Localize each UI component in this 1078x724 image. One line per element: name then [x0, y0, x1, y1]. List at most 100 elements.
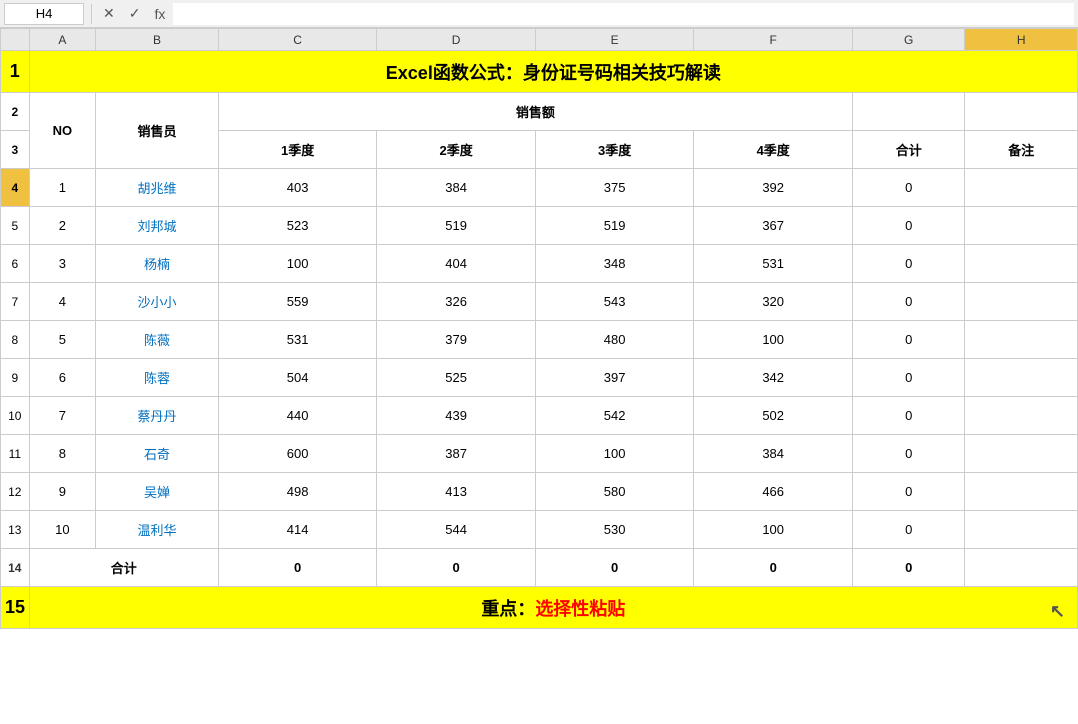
total-3[interactable]: 0	[852, 245, 965, 283]
row-num-13[interactable]: 13	[1, 511, 30, 549]
name-6[interactable]: 陈蓉	[96, 359, 219, 397]
no-10[interactable]: 10	[29, 511, 95, 549]
q4-7[interactable]: 502	[694, 397, 853, 435]
q4-9[interactable]: 466	[694, 473, 853, 511]
q2-7[interactable]: 439	[377, 397, 536, 435]
q1-2[interactable]: 523	[218, 207, 377, 245]
q2-3[interactable]: 404	[377, 245, 536, 283]
total-4[interactable]: 0	[852, 283, 965, 321]
name-7[interactable]: 蔡丹丹	[96, 397, 219, 435]
no-5[interactable]: 5	[29, 321, 95, 359]
q4-4[interactable]: 320	[694, 283, 853, 321]
q3-7[interactable]: 542	[535, 397, 694, 435]
notes-5[interactable]	[965, 321, 1078, 359]
col-header-e[interactable]: E	[535, 29, 694, 51]
q1-4[interactable]: 559	[218, 283, 377, 321]
q3-8[interactable]: 100	[535, 435, 694, 473]
col-header-c[interactable]: C	[218, 29, 377, 51]
q3-2[interactable]: 519	[535, 207, 694, 245]
total-1[interactable]: 0	[852, 169, 965, 207]
q1-9[interactable]: 498	[218, 473, 377, 511]
notes-7[interactable]	[965, 397, 1078, 435]
notes-10[interactable]	[965, 511, 1078, 549]
q1-1[interactable]: 403	[218, 169, 377, 207]
q4-3[interactable]: 531	[694, 245, 853, 283]
name-8[interactable]: 石奇	[96, 435, 219, 473]
notes-8[interactable]	[965, 435, 1078, 473]
no-8[interactable]: 8	[29, 435, 95, 473]
name-3[interactable]: 杨楠	[96, 245, 219, 283]
row-num-9[interactable]: 9	[1, 359, 30, 397]
confirm-icon[interactable]: ✓	[125, 3, 145, 24]
q1-8[interactable]: 600	[218, 435, 377, 473]
row-num-14[interactable]: 14	[1, 549, 30, 587]
q2-10[interactable]: 544	[377, 511, 536, 549]
row-num-4[interactable]: 4	[1, 169, 30, 207]
q1-6[interactable]: 504	[218, 359, 377, 397]
q2-5[interactable]: 379	[377, 321, 536, 359]
q4-8[interactable]: 384	[694, 435, 853, 473]
q3-9[interactable]: 580	[535, 473, 694, 511]
name-5[interactable]: 陈薇	[96, 321, 219, 359]
row-num-2[interactable]: 2	[1, 93, 30, 131]
notes-6[interactable]	[965, 359, 1078, 397]
row-num-5[interactable]: 5	[1, 207, 30, 245]
total-7[interactable]: 0	[852, 397, 965, 435]
row-num-7[interactable]: 7	[1, 283, 30, 321]
name-9[interactable]: 吴婵	[96, 473, 219, 511]
q3-1[interactable]: 375	[535, 169, 694, 207]
q4-10[interactable]: 100	[694, 511, 853, 549]
row-num-3[interactable]: 3	[1, 131, 30, 169]
q3-6[interactable]: 397	[535, 359, 694, 397]
fx-icon[interactable]: fx	[150, 4, 169, 24]
q3-3[interactable]: 348	[535, 245, 694, 283]
total-9[interactable]: 0	[852, 473, 965, 511]
col-header-f[interactable]: F	[694, 29, 853, 51]
q1-3[interactable]: 100	[218, 245, 377, 283]
q1-7[interactable]: 440	[218, 397, 377, 435]
col-header-h[interactable]: H	[965, 29, 1078, 51]
col-header-b[interactable]: B	[96, 29, 219, 51]
no-2[interactable]: 2	[29, 207, 95, 245]
row-num-15[interactable]: 15	[1, 587, 30, 629]
q2-4[interactable]: 326	[377, 283, 536, 321]
notes-4[interactable]	[965, 283, 1078, 321]
cell-reference[interactable]: H4	[4, 3, 84, 25]
col-header-a[interactable]: A	[29, 29, 95, 51]
q3-5[interactable]: 480	[535, 321, 694, 359]
row-num-6[interactable]: 6	[1, 245, 30, 283]
row-num-8[interactable]: 8	[1, 321, 30, 359]
total-6[interactable]: 0	[852, 359, 965, 397]
col-header-d[interactable]: D	[377, 29, 536, 51]
row-num-10[interactable]: 10	[1, 397, 30, 435]
no-3[interactable]: 3	[29, 245, 95, 283]
row-num-1[interactable]: 1	[1, 51, 30, 93]
total-10[interactable]: 0	[852, 511, 965, 549]
total-2[interactable]: 0	[852, 207, 965, 245]
total-5[interactable]: 0	[852, 321, 965, 359]
cancel-icon[interactable]: ✕	[99, 3, 119, 24]
q4-2[interactable]: 367	[694, 207, 853, 245]
total-8[interactable]: 0	[852, 435, 965, 473]
q1-5[interactable]: 531	[218, 321, 377, 359]
q4-6[interactable]: 342	[694, 359, 853, 397]
formula-input[interactable]	[173, 3, 1074, 25]
no-7[interactable]: 7	[29, 397, 95, 435]
name-4[interactable]: 沙小小	[96, 283, 219, 321]
notes-9[interactable]	[965, 473, 1078, 511]
notes-3[interactable]	[965, 245, 1078, 283]
q3-10[interactable]: 530	[535, 511, 694, 549]
q4-1[interactable]: 392	[694, 169, 853, 207]
no-9[interactable]: 9	[29, 473, 95, 511]
q2-2[interactable]: 519	[377, 207, 536, 245]
name-1[interactable]: 胡兆维	[96, 169, 219, 207]
no-6[interactable]: 6	[29, 359, 95, 397]
name-10[interactable]: 温利华	[96, 511, 219, 549]
notes-2[interactable]	[965, 207, 1078, 245]
q2-6[interactable]: 525	[377, 359, 536, 397]
q2-1[interactable]: 384	[377, 169, 536, 207]
name-2[interactable]: 刘邦城	[96, 207, 219, 245]
row-num-11[interactable]: 11	[1, 435, 30, 473]
no-4[interactable]: 4	[29, 283, 95, 321]
q4-5[interactable]: 100	[694, 321, 853, 359]
